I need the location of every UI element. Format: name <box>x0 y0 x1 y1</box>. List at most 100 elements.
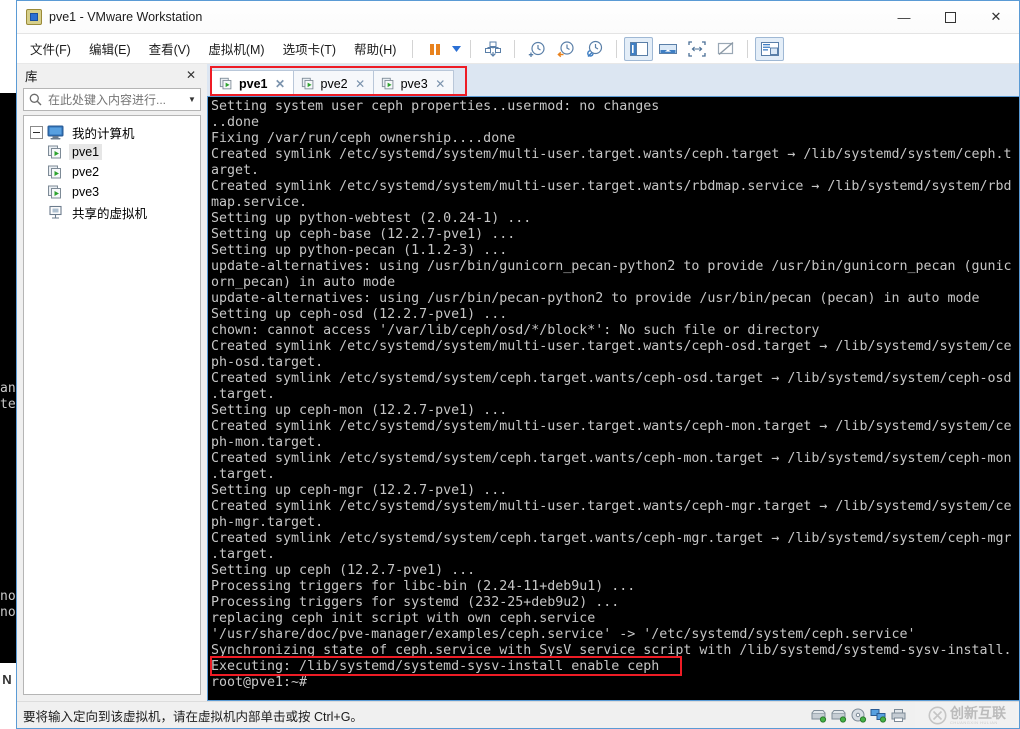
title-bar: pve1 - VMware Workstation — ✕ <box>17 1 1019 34</box>
close-button[interactable]: ✕ <box>973 1 1019 33</box>
background-terminal-line <box>0 477 16 493</box>
unity-mode-button[interactable] <box>711 37 740 61</box>
snapshot-settings-button[interactable] <box>580 37 609 61</box>
toolbar-separator <box>470 39 472 58</box>
network-adapter-icon[interactable] <box>870 708 887 723</box>
tree-item-label: pve1 <box>69 144 103 160</box>
vm-library-tree: 我的计算机 pve1 pve2 pve3 共享的虚拟机 <box>23 115 201 695</box>
minimize-button[interactable]: — <box>881 1 927 33</box>
terminal-line: Setting up ceph (12.2.7-pve1) ... <box>211 563 476 578</box>
terminal-line: Setting system user ceph properties..use… <box>211 99 660 114</box>
pause-button[interactable] <box>420 37 449 61</box>
background-tab-label: N <box>2 672 12 687</box>
menu-vm[interactable]: 虚拟机(M) <box>199 35 273 62</box>
menu-file[interactable]: 文件(F) <box>21 35 80 62</box>
background-terminal-line: te <box>0 397 16 412</box>
toolbar-separator <box>412 39 414 58</box>
terminal-line: Synchronizing state of ceph.service with… <box>211 643 1012 658</box>
watermark-subtext: CHUANGXIN HULIAN <box>950 719 998 725</box>
unity-mode-icon <box>717 41 734 55</box>
library-sidebar: 库 ✕ ▼ <box>17 64 207 701</box>
tab-close-icon[interactable]: ✕ <box>434 77 447 91</box>
background-terminal-line <box>0 173 16 189</box>
manage-snapshots-button[interactable] <box>478 37 507 61</box>
terminal-line: .target. <box>211 387 276 402</box>
power-dropdown-caret[interactable] <box>449 38 463 60</box>
menu-edit[interactable]: 编辑(E) <box>80 35 140 62</box>
background-terminal-line <box>0 509 16 525</box>
revert-snapshot-button[interactable] <box>551 37 580 61</box>
printer-icon[interactable] <box>890 708 907 723</box>
background-terminal-line <box>0 333 16 349</box>
take-snapshot-button[interactable] <box>522 37 551 61</box>
fullscreen-icon <box>688 40 706 57</box>
background-terminal-line <box>0 109 16 125</box>
vm-running-icon <box>381 77 393 89</box>
menu-help[interactable]: 帮助(H) <box>345 35 405 62</box>
terminal-line: Setting up python-webtest (2.0.24-1) ... <box>211 211 532 226</box>
window-title: pve1 - VMware Workstation <box>49 10 203 24</box>
tree-item-label: pve3 <box>72 185 100 199</box>
tab-close-icon[interactable]: ✕ <box>274 77 287 91</box>
tree-item-pve1[interactable]: pve1 <box>24 142 200 162</box>
tree-item-pve2[interactable]: pve2 <box>24 162 200 182</box>
tab-pve1[interactable]: pve1 ✕ <box>211 70 294 96</box>
terminal-line: orn_pecan) in auto mode <box>211 275 396 290</box>
background-terminal-line <box>0 317 16 333</box>
terminal-line: ph-mon.target. <box>211 435 324 450</box>
show-thumbnail-bar-button[interactable] <box>653 37 682 61</box>
thumbnail-bar-icon <box>658 43 677 54</box>
background-terminal-line <box>0 301 16 317</box>
maximize-button[interactable] <box>927 1 973 33</box>
status-message: 要将输入定向到该虚拟机，请在虚拟机内部单击或按 Ctrl+G。 <box>23 709 363 724</box>
terminal-line: .target. <box>211 467 276 482</box>
background-terminal-line <box>0 125 16 141</box>
tab-pve3[interactable]: pve3 ✕ <box>372 70 454 96</box>
tree-item-pve3[interactable]: pve3 <box>24 182 200 202</box>
vm-running-icon <box>48 165 61 178</box>
background-terminal-line <box>0 573 16 589</box>
background-terminal-line <box>0 285 16 301</box>
vmware-icon <box>26 9 42 25</box>
cd-dvd-icon[interactable] <box>850 708 867 723</box>
show-library-button[interactable] <box>624 36 654 61</box>
background-terminal-line <box>0 429 16 445</box>
background-terminal-line <box>0 461 16 477</box>
snapshot-revert-icon <box>557 40 574 57</box>
vm-console-screen[interactable]: Setting system user ceph properties..use… <box>207 96 1019 701</box>
library-close-icon[interactable]: ✕ <box>183 67 199 83</box>
terminal-line: ph-osd.target. <box>211 355 324 370</box>
hard-disk-icon[interactable] <box>830 708 847 723</box>
library-header: 库 ✕ <box>17 64 203 86</box>
shared-vm-icon <box>49 205 62 219</box>
fullscreen-button[interactable] <box>682 37 711 61</box>
background-terminal-line <box>0 157 16 173</box>
hard-disk-icon[interactable] <box>810 708 827 723</box>
menu-bar: 文件(F) 编辑(E) 查看(V) 虚拟机(M) 选项卡(T) 帮助(H) <box>17 34 1019 64</box>
background-terminal-line <box>0 493 16 509</box>
search-box[interactable]: ▼ <box>23 88 201 111</box>
terminal-line: Created symlink /etc/systemd/system/mult… <box>211 179 1012 194</box>
tree-item-shared-vms[interactable]: 共享的虚拟机 <box>24 202 200 222</box>
tree-item-label: 共享的虚拟机 <box>72 206 148 221</box>
status-bar: 要将输入定向到该虚拟机，请在虚拟机内部单击或按 Ctrl+G。 创新互联 CHU… <box>17 701 1019 728</box>
vm-tab-strip: pve1 ✕ pve2 ✕ pve3 ✕ <box>207 64 1019 96</box>
search-input[interactable] <box>46 91 184 108</box>
menu-view[interactable]: 查看(V) <box>140 35 200 62</box>
background-terminal-line: an <box>0 381 16 396</box>
background-terminal-line: no <box>0 605 16 620</box>
collapse-expand-icon[interactable] <box>30 125 43 139</box>
circle-x-logo <box>928 706 947 724</box>
tab-close-icon[interactable]: ✕ <box>354 77 367 91</box>
console-view-button[interactable] <box>755 36 785 61</box>
menu-tabs[interactable]: 选项卡(T) <box>274 35 345 62</box>
terminal-line: Created symlink /etc/systemd/system/mult… <box>211 419 1012 434</box>
terminal-line: arget. <box>211 163 260 178</box>
background-terminal-line <box>0 221 16 237</box>
tree-item-my-computer[interactable]: 我的计算机 <box>24 122 200 142</box>
search-dropdown-caret[interactable]: ▼ <box>184 95 200 104</box>
terminal-line: Processing triggers for libc-bin (2.24-1… <box>211 579 636 594</box>
terminal-line: Setting up ceph-osd (12.2.7-pve1) ... <box>211 307 508 322</box>
tab-pve2[interactable]: pve2 ✕ <box>292 70 374 96</box>
tab-label: pve3 <box>400 76 428 91</box>
